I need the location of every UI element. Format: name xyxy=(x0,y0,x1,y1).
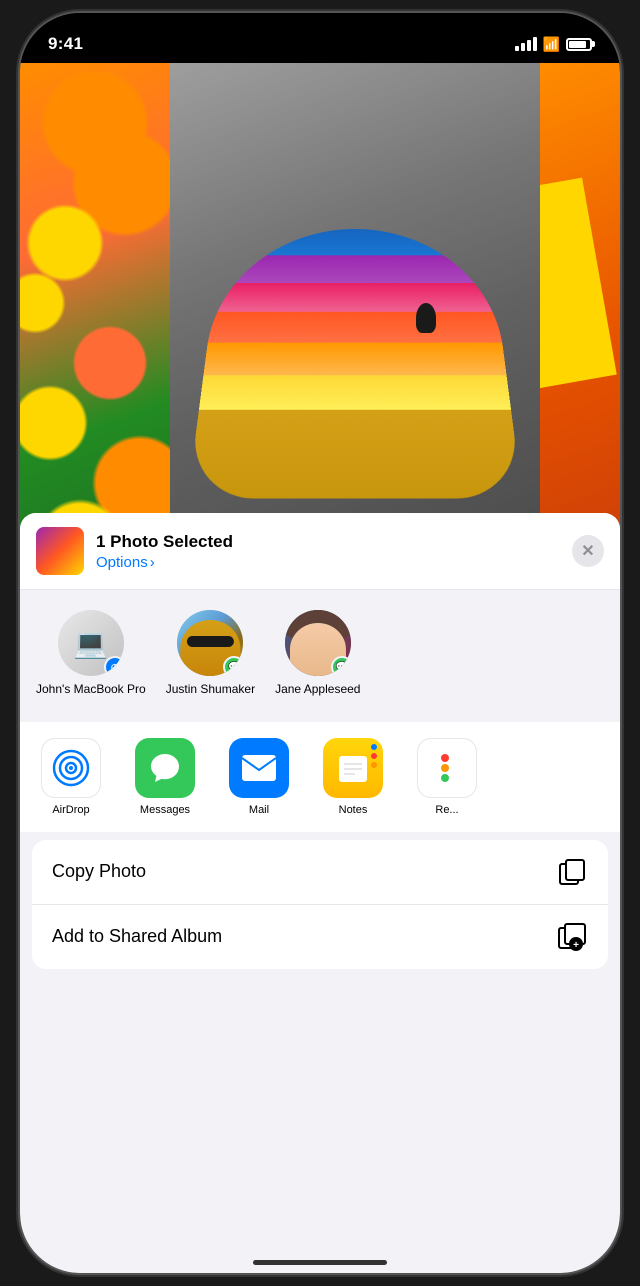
action-row: Copy Photo Add to Shared Album xyxy=(32,840,608,969)
reminders-app-label: Re... xyxy=(435,804,458,816)
mail-app-icon xyxy=(229,738,289,798)
message-icon-jane: 💬 xyxy=(336,662,348,673)
r-dot-3 xyxy=(441,774,449,782)
messages-app-label: Messages xyxy=(140,804,190,816)
reminders-app-icon xyxy=(417,738,477,798)
airdrop-app-label: AirDrop xyxy=(52,804,89,816)
shared-album-icon: + xyxy=(556,921,588,953)
signal-icon xyxy=(515,37,537,51)
person-justin[interactable]: 💬 Justin Shumaker xyxy=(166,610,255,698)
app-notes[interactable]: Notes xyxy=(318,738,388,816)
airdrop-svg xyxy=(52,749,90,787)
app-messages[interactable]: Messages xyxy=(130,738,200,816)
svg-text:+: + xyxy=(573,940,579,951)
messages-app-icon xyxy=(135,738,195,798)
notch xyxy=(240,13,400,45)
photo-thumbnail xyxy=(36,527,84,575)
justin-glasses xyxy=(187,636,233,647)
app-reminders[interactable]: Re... xyxy=(412,738,482,816)
notes-app-icon xyxy=(323,738,383,798)
person-avatar-jane: 💬 xyxy=(285,610,351,676)
thumbnail-inner xyxy=(36,527,84,575)
person-jane[interactable]: 💬 Jane Appleseed xyxy=(275,610,360,698)
notes-dot-blue xyxy=(371,744,377,750)
person-name-justin: Justin Shumaker xyxy=(166,682,255,698)
people-row: 💻 ⊕ John's MacBook Pro xyxy=(20,590,620,714)
apps-row-container: AirDrop Messages xyxy=(20,722,620,832)
message-badge-jane: 💬 xyxy=(331,656,351,676)
person-macbook[interactable]: 💻 ⊕ John's MacBook Pro xyxy=(36,610,146,698)
share-header: 1 Photo Selected Options › ✕ xyxy=(20,513,620,590)
reminder-row-1 xyxy=(441,754,453,762)
macbook-icon: 💻 xyxy=(73,627,108,660)
reminder-row-3 xyxy=(441,774,453,782)
person-name-jane: Jane Appleseed xyxy=(275,682,360,698)
r-dot-1 xyxy=(441,754,449,762)
home-indicator xyxy=(253,1260,387,1265)
shared-album-svg: + xyxy=(557,922,587,952)
message-badge-justin: 💬 xyxy=(223,656,243,676)
wifi-icon: 📶 xyxy=(543,36,560,53)
notes-svg xyxy=(335,750,371,786)
message-icon-justin: 💬 xyxy=(228,662,240,673)
battery-icon xyxy=(566,38,592,51)
mail-app-label: Mail xyxy=(249,804,269,816)
reminder-row-2 xyxy=(441,764,453,772)
airdrop-badge-icon: ⊕ xyxy=(110,661,119,674)
r-dot-2 xyxy=(441,764,449,772)
mail-svg xyxy=(241,754,277,782)
chalk-figure xyxy=(416,303,436,333)
options-chevron: › xyxy=(150,554,155,571)
header-text: 1 Photo Selected Options › xyxy=(96,532,572,571)
copy-photo-label: Copy Photo xyxy=(52,861,146,882)
airdrop-badge: ⊕ xyxy=(104,656,124,676)
add-shared-album-button[interactable]: Add to Shared Album + xyxy=(32,905,608,969)
options-label: Options xyxy=(96,554,148,571)
close-button[interactable]: ✕ xyxy=(572,535,604,567)
notes-dots xyxy=(371,744,377,768)
apps-row: AirDrop Messages xyxy=(36,738,604,816)
status-icons: 📶 xyxy=(515,36,592,53)
app-mail[interactable]: Mail xyxy=(224,738,294,816)
status-time: 9:41 xyxy=(48,34,83,54)
phone-frame: 9:41 📶 xyxy=(20,13,620,1273)
reminders-dots xyxy=(433,746,461,790)
notes-app-label: Notes xyxy=(339,804,368,816)
messages-svg xyxy=(148,751,182,785)
app-airdrop[interactable]: AirDrop xyxy=(36,738,106,816)
airdrop-app-icon xyxy=(41,738,101,798)
share-title: 1 Photo Selected xyxy=(96,532,572,552)
copy-icon xyxy=(556,856,588,888)
share-sheet: 1 Photo Selected Options › ✕ 💻 xyxy=(20,513,620,1273)
options-button[interactable]: Options › xyxy=(96,554,572,571)
screen-content: 9:41 📶 xyxy=(20,13,620,1273)
person-name-macbook: John's MacBook Pro xyxy=(36,682,146,698)
copy-svg xyxy=(558,858,586,886)
notes-dot-orange xyxy=(371,762,377,768)
person-avatar-justin: 💬 xyxy=(177,610,243,676)
person-avatar-macbook: 💻 ⊕ xyxy=(58,610,124,676)
close-icon: ✕ xyxy=(581,541,594,561)
add-shared-album-label: Add to Shared Album xyxy=(52,926,222,947)
copy-photo-button[interactable]: Copy Photo xyxy=(32,840,608,905)
notes-dot-red xyxy=(371,753,377,759)
